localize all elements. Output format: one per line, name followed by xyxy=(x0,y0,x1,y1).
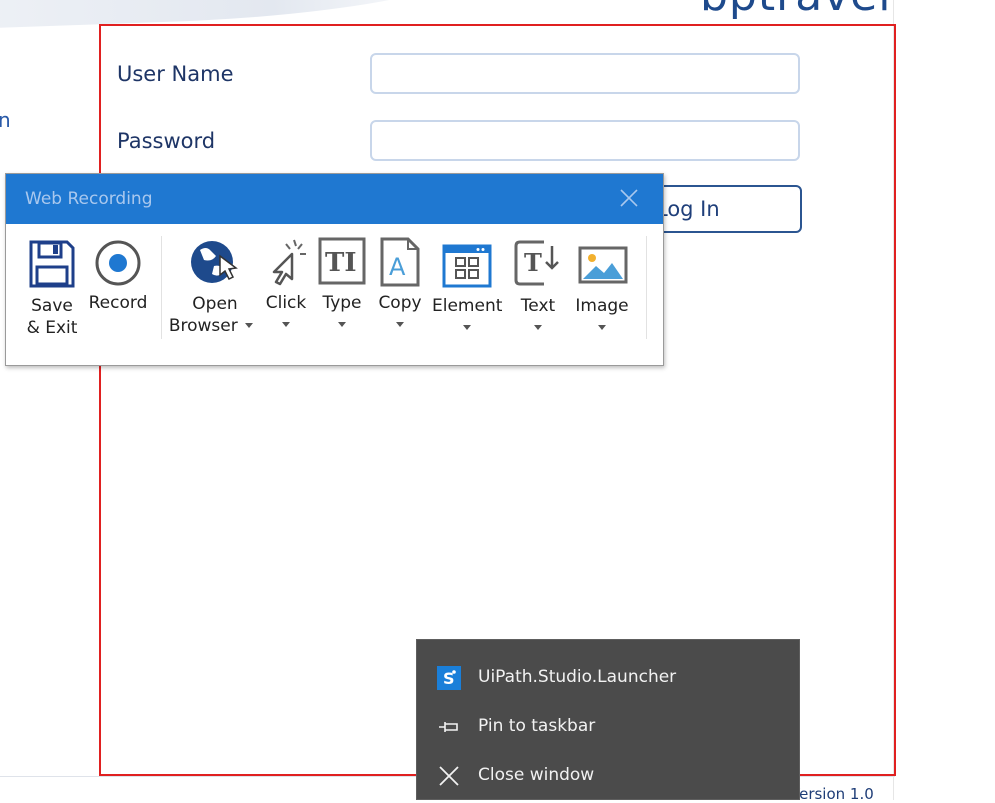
svg-text:TI: TI xyxy=(325,248,357,278)
copy-label: Copy xyxy=(378,293,422,313)
recording-toolbar: Save & Exit Record Open Browser Click TI… xyxy=(6,224,663,365)
open-browser-label: Open xyxy=(192,294,238,314)
jump-list-label: Close window xyxy=(478,765,595,785)
record-label: Record xyxy=(88,293,148,313)
text-element-icon: T xyxy=(514,240,559,286)
click-label: Click xyxy=(265,293,307,313)
password-label: Password xyxy=(117,129,216,153)
save-exit-label: Save xyxy=(31,296,73,316)
type-label: Type xyxy=(322,293,362,313)
save-exit-label-line2: & Exit xyxy=(26,318,78,338)
sidebar-text-fragment[interactable]: n xyxy=(0,108,11,132)
chevron-down-icon[interactable] xyxy=(463,325,471,330)
chevron-down-icon[interactable] xyxy=(534,325,542,330)
record-icon xyxy=(95,240,141,286)
version-label: Version 1.0 xyxy=(790,785,874,803)
floppy-disk-icon xyxy=(29,240,75,288)
close-icon xyxy=(439,766,459,786)
toolbar-divider xyxy=(161,236,162,339)
jump-list-label: UiPath.Studio.Launcher xyxy=(478,667,677,687)
pin-icon xyxy=(439,722,458,732)
toolbar-divider xyxy=(646,236,647,339)
open-browser-label-line2: Browser xyxy=(168,316,238,336)
close-icon[interactable] xyxy=(618,187,640,209)
svg-text:A: A xyxy=(389,253,406,281)
image-label: Image xyxy=(575,296,629,316)
web-recording-window: Web Recording Save & Exit Record Open Br… xyxy=(5,173,664,366)
jump-list-item-close[interactable]: Close window xyxy=(417,752,799,798)
element-window-icon xyxy=(442,244,492,288)
type-text-icon: TI xyxy=(318,237,366,285)
copy-doc-icon: A xyxy=(380,237,420,287)
text-label: Text xyxy=(520,296,556,316)
jump-list-item-pin[interactable]: Pin to taskbar xyxy=(417,703,799,749)
chevron-down-icon[interactable] xyxy=(598,325,606,330)
jump-list-item-uipath-launcher[interactable]: S UiPath.Studio.Launcher xyxy=(417,654,799,700)
password-input[interactable] xyxy=(370,120,800,161)
uipath-icon: S xyxy=(437,666,461,690)
brand-logo: bptravel xyxy=(700,0,892,21)
header-decoration xyxy=(0,0,482,30)
jump-list-label: Pin to taskbar xyxy=(478,716,596,736)
click-cursor-icon xyxy=(272,239,306,286)
chevron-down-icon[interactable] xyxy=(245,323,254,328)
page-divider xyxy=(893,0,894,800)
chevron-down-icon[interactable] xyxy=(338,322,346,327)
username-input[interactable] xyxy=(370,53,800,94)
svg-text:T: T xyxy=(524,248,542,277)
image-icon xyxy=(578,246,628,284)
recording-titlebar[interactable]: Web Recording xyxy=(6,174,663,224)
chevron-down-icon[interactable] xyxy=(396,322,404,327)
taskbar-jump-list: S UiPath.Studio.Launcher Pin to taskbar … xyxy=(416,639,800,800)
globe-cursor-icon xyxy=(191,241,238,283)
element-label: Element xyxy=(432,296,503,316)
chevron-down-icon[interactable] xyxy=(282,322,290,327)
recording-title: Web Recording xyxy=(25,189,153,209)
username-label: User Name xyxy=(117,62,234,86)
